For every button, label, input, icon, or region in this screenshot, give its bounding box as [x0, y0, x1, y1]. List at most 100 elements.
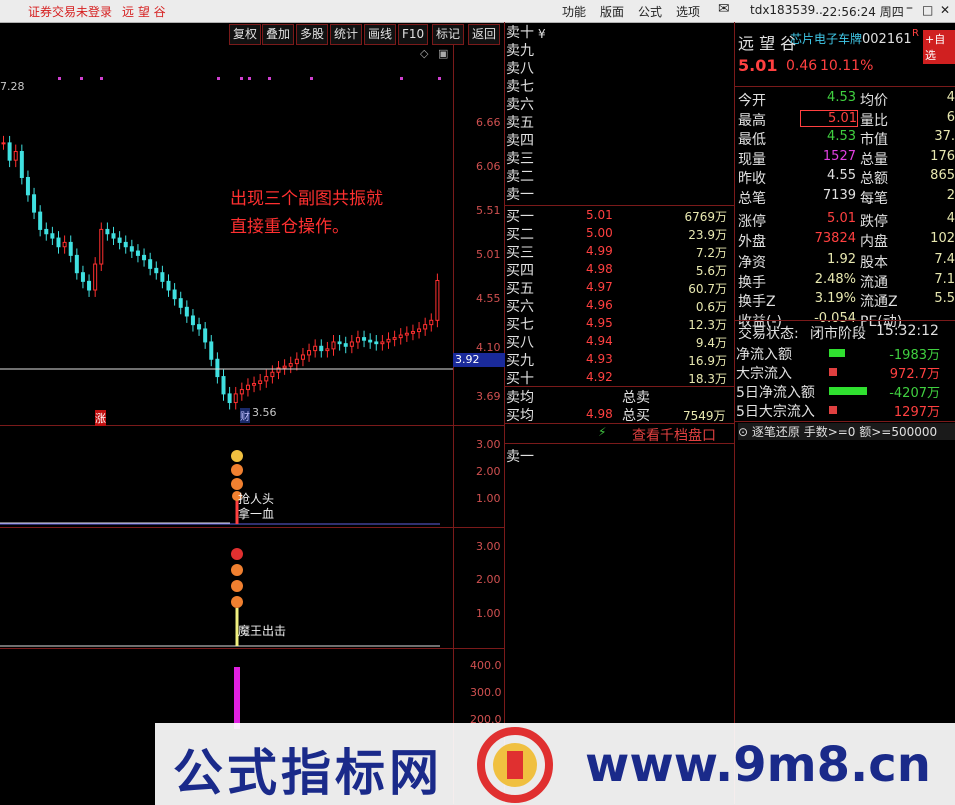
buy-row[interactable]: 买一 5.01 6769万	[506, 206, 731, 225]
candle-body	[300, 354, 305, 360]
buy-row[interactable]: 买六 4.96 0.6万	[506, 296, 731, 315]
menu-function[interactable]: 功能	[562, 3, 586, 20]
close-icon[interactable]: ✕	[940, 3, 950, 17]
login-status[interactable]: 证券交易未登录	[28, 3, 112, 20]
candle-body	[435, 279, 440, 321]
f10-button[interactable]: F10	[398, 24, 429, 45]
quote-value: 5.5	[934, 291, 955, 306]
overlay-button[interactable]: 叠加	[262, 24, 295, 45]
signal-dot	[400, 77, 403, 80]
sell-row[interactable]: 卖三	[506, 148, 731, 167]
sell-row[interactable]: 卖九	[506, 40, 731, 59]
candle-body	[392, 337, 397, 340]
buy-row[interactable]: 买十 4.92 18.3万	[506, 368, 731, 387]
buy-row[interactable]: 买四 4.98 5.6万	[506, 260, 731, 279]
quote-value: 5.01	[827, 211, 856, 226]
sub-indicator-2[interactable]	[0, 528, 453, 648]
mark-button[interactable]: 标记	[432, 24, 465, 45]
quote-sector[interactable]: 芯片电子车牌	[790, 30, 862, 47]
candle-body	[13, 151, 18, 161]
annotation-line1: 出现三个副图共振就	[230, 189, 383, 209]
quote-value: 3.19%	[814, 291, 856, 306]
signal-dot	[100, 77, 103, 80]
sub-indicator-3[interactable]	[0, 649, 453, 729]
sell-row[interactable]: 卖二	[506, 166, 731, 185]
buy-level-volume: 9.4万	[695, 336, 727, 350]
signal-dot	[80, 77, 83, 80]
depth-link[interactable]: 查看千档盘口	[632, 425, 716, 445]
mail-icon[interactable]: ✉	[718, 1, 730, 17]
multi-stock-button[interactable]: 多股	[296, 24, 329, 45]
maximize-icon[interactable]: □	[922, 3, 933, 17]
signal-dot	[438, 77, 441, 80]
quote-value: 7.4	[934, 252, 955, 267]
buy-row[interactable]: 买二 5.00 23.9万	[506, 224, 731, 243]
candle-body	[135, 250, 140, 256]
candle-body	[325, 348, 330, 352]
candle-body	[294, 358, 299, 365]
buy-level-price: 4.97	[586, 280, 613, 294]
candle-body	[386, 338, 391, 343]
menu-formula[interactable]: 公式	[638, 3, 662, 20]
sell-row[interactable]: 卖一	[506, 184, 731, 203]
quote-divider	[735, 421, 955, 422]
quote-label: 外盘	[738, 233, 766, 250]
candle-body	[123, 241, 128, 248]
candle-body	[368, 339, 373, 343]
restore-rights-button[interactable]: 复权	[229, 24, 262, 45]
sell-row[interactable]: 卖四	[506, 130, 731, 149]
account-label[interactable]: tdx183539...	[750, 3, 827, 17]
orderbook-left-border	[504, 22, 505, 804]
statistics-button[interactable]: 统计	[330, 24, 363, 45]
candle-body	[398, 334, 403, 339]
quote-label: 均价	[860, 93, 888, 109]
tick-filter-bar[interactable]: ⊙ 逐笔还原 手数>=0 额>=500000	[738, 423, 955, 440]
flow-value: 1297万	[893, 405, 940, 420]
quote-label: 跌停	[860, 214, 888, 230]
menu-layout[interactable]: 版面	[600, 3, 624, 20]
window-stock-title: 远 望 谷	[122, 5, 166, 19]
zhang-marker[interactable]: 涨	[95, 410, 106, 426]
back-button[interactable]: 返回	[468, 24, 501, 45]
quote-label: 内盘	[860, 233, 888, 250]
buy-row[interactable]: 买八 4.94 9.4万	[506, 332, 731, 351]
flow-value: -1983万	[889, 348, 940, 363]
buy-level-volume: 12.3万	[688, 318, 727, 332]
add-watchlist-button[interactable]: +自选	[923, 30, 955, 64]
draw-line-button[interactable]: 画线	[364, 24, 397, 45]
flow-bar	[829, 387, 867, 395]
sell-level-label: 卖一	[506, 187, 534, 203]
minimize-icon[interactable]: –	[906, 0, 913, 16]
annotation-line2: 直接重仓操作。	[230, 217, 349, 237]
buy-level-volume: 6769万	[684, 210, 727, 224]
sell-row[interactable]: 卖五	[506, 112, 731, 131]
buy-level-price: 4.92	[586, 370, 613, 384]
candle-body	[221, 376, 226, 395]
chevron-down-icon[interactable]: ⊙	[738, 425, 752, 439]
sell-row[interactable]: 卖八	[506, 58, 731, 77]
watermark-text: 公式指标网	[173, 744, 443, 802]
quote-value: 1527	[822, 148, 856, 164]
buy-level-price: 4.94	[586, 334, 613, 348]
candle-body	[44, 228, 49, 235]
cai-marker[interactable]: 财	[240, 408, 250, 423]
menu-options[interactable]: 选项	[676, 3, 700, 20]
quote-value: 865	[930, 168, 955, 183]
sell-row[interactable]: 卖六	[506, 94, 731, 113]
candle-body	[117, 237, 122, 243]
candlestick-chart[interactable]	[0, 44, 453, 425]
sell-row[interactable]: 卖七	[506, 76, 731, 95]
buy-row[interactable]: 买五 4.97 60.7万	[506, 278, 731, 297]
buy-row[interactable]: 买三 4.99 7.2万	[506, 242, 731, 261]
sub-indicator-1[interactable]	[0, 426, 453, 527]
candle-body	[62, 241, 67, 248]
quote-tag: R	[912, 28, 919, 39]
sub1-label2: 拿一血	[238, 507, 275, 521]
sell-level-label: 卖六	[506, 97, 534, 113]
buy-row[interactable]: 买七 4.95 12.3万	[506, 314, 731, 333]
quote-value: 37.	[934, 129, 955, 144]
candle-body	[203, 328, 208, 343]
buy-row[interactable]: 买九 4.93 16.9万	[506, 350, 731, 369]
sell-level-label: 卖十	[506, 25, 534, 41]
current-price-tag: 3.92	[453, 353, 505, 367]
